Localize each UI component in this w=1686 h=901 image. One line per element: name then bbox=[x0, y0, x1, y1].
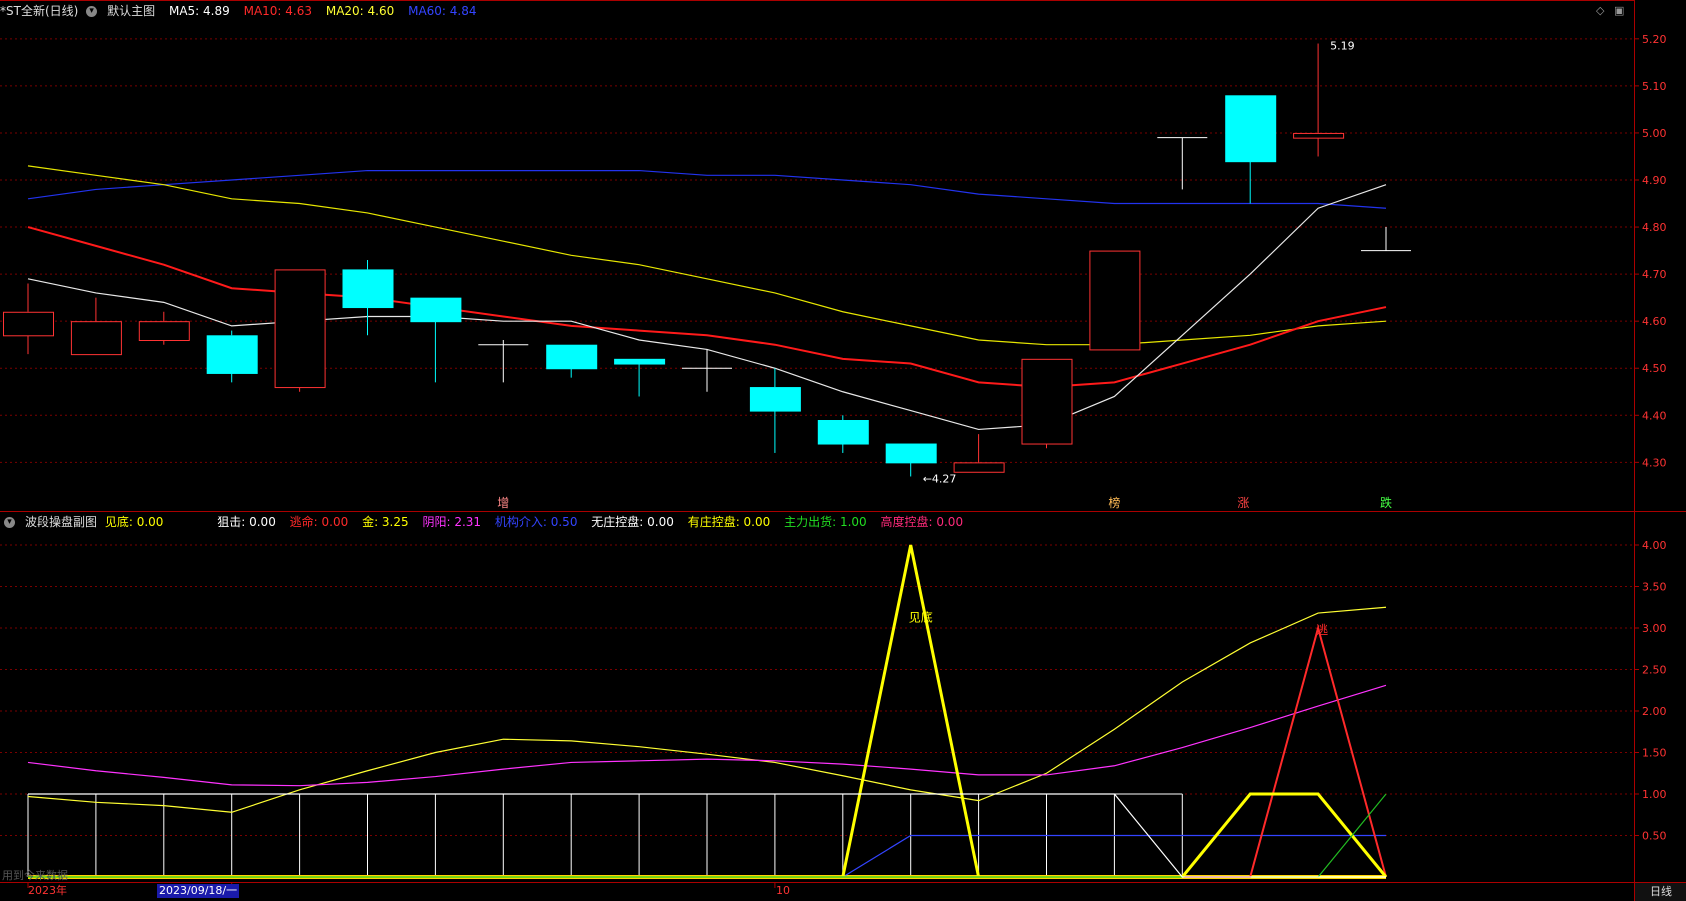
period-tab[interactable]: 日线 bbox=[1634, 882, 1686, 901]
candle-down bbox=[749, 387, 801, 412]
indicator-youzhuang: 有庄控盘: 0.00 bbox=[687, 515, 771, 529]
date-cursor-label: 2023/09/18/一 bbox=[157, 884, 240, 898]
series-line bbox=[27, 606, 1387, 813]
chevron-down-icon[interactable]: ▾ bbox=[4, 517, 15, 528]
candle-up bbox=[1089, 250, 1141, 351]
stock-title[interactable]: *ST全新(日线) bbox=[0, 4, 78, 18]
ma20-label: MA20: 4.60 bbox=[325, 4, 395, 18]
price-tick-label: 4.50 bbox=[1642, 362, 1667, 375]
month-label: 10 bbox=[776, 884, 790, 897]
ma60-label: MA60: 4.84 bbox=[408, 4, 477, 18]
price-tick-label: 4.70 bbox=[1642, 268, 1667, 281]
price-tick-label: 4.40 bbox=[1642, 409, 1667, 422]
sub-chart-title[interactable]: 波段操盘副图 bbox=[25, 515, 97, 529]
indicator-gaodu: 高度控盘: 0.00 bbox=[880, 515, 964, 529]
ma10-label: MA10: 4.63 bbox=[243, 4, 313, 18]
indicator-tick-label: 1.50 bbox=[1642, 747, 1667, 760]
candle-down bbox=[817, 420, 869, 445]
indicator-wuzhuang: 无庄控盘: 0.00 bbox=[591, 515, 674, 529]
signal-label: 见底 bbox=[909, 610, 933, 625]
signal-label: 涨 bbox=[1237, 495, 1249, 510]
signal-label: 增 bbox=[497, 496, 509, 510]
signal-label: 跌 bbox=[1380, 495, 1392, 510]
candle-down bbox=[614, 358, 666, 365]
year-label: 2023年 bbox=[28, 884, 67, 897]
indicator-tick-label: 2.00 bbox=[1642, 705, 1667, 718]
indicator-jin: 金: 3.25 bbox=[362, 515, 409, 529]
signal-label: 逃 bbox=[1316, 623, 1328, 637]
price-tick-label: 5.20 bbox=[1642, 33, 1667, 46]
price-tick-label: 4.80 bbox=[1642, 221, 1667, 234]
indicator-tick-label: 2.50 bbox=[1642, 664, 1667, 677]
indicator-jigou: 机构介入: 0.50 bbox=[494, 515, 578, 529]
indicator-tick-label: 1.00 bbox=[1642, 788, 1667, 801]
indicator-juji: 狙击: 0.00 bbox=[217, 515, 276, 529]
candle-down bbox=[1225, 95, 1277, 163]
series-line bbox=[27, 684, 1387, 787]
indicator-tick-label: 3.00 bbox=[1642, 622, 1667, 635]
price-tick-label: 5.10 bbox=[1642, 80, 1667, 93]
price-tick-label: 4.90 bbox=[1642, 174, 1667, 187]
candle-down bbox=[206, 335, 258, 374]
indicator-tick-label: 4.00 bbox=[1642, 539, 1667, 552]
candle-up bbox=[274, 269, 326, 389]
price-annotation: 5.19 bbox=[1330, 40, 1355, 53]
ghost-text: 用到今来数据 bbox=[2, 869, 68, 882]
ma5-line bbox=[27, 184, 1387, 431]
sub-chart-header: ▾ 波段操盘副图 见底: 0.00 狙击: 0.00 逃命: 0.00 金: 3.… bbox=[0, 513, 973, 531]
indicator-tick-label: 3.50 bbox=[1642, 581, 1667, 594]
candle-down bbox=[342, 269, 394, 309]
ma20-line bbox=[27, 165, 1387, 346]
candle-up bbox=[70, 321, 122, 356]
candle-up bbox=[3, 311, 54, 337]
window-icon[interactable]: ▣ bbox=[1614, 4, 1624, 17]
candle-up bbox=[1293, 132, 1345, 139]
price-tick-label: 4.30 bbox=[1642, 456, 1667, 469]
main-chart-header: *ST全新(日线) ▾ 默认主图 MA5: 4.89 MA10: 4.63 MA2… bbox=[0, 2, 487, 20]
main-chart-selector[interactable]: 默认主图 bbox=[107, 4, 155, 18]
indicator-yinyang: 阴阳: 2.31 bbox=[422, 515, 482, 529]
candle-up bbox=[953, 462, 1005, 473]
candle-down bbox=[410, 297, 462, 323]
chevron-down-icon[interactable]: ▾ bbox=[86, 6, 98, 17]
chart-svg: 5.20 5.10 5.00 4.90 4.80 4.70 4.60 4.50 4.40 4.30… bbox=[0, 0, 1686, 888]
candle-down bbox=[546, 344, 598, 370]
price-annotation: ←4.27 bbox=[923, 472, 957, 485]
price-tick-label: 4.60 bbox=[1642, 315, 1667, 328]
ma5-label: MA5: 4.89 bbox=[168, 4, 230, 18]
diamond-icon[interactable]: ◇ bbox=[1596, 4, 1604, 17]
candle-down bbox=[885, 443, 937, 464]
price-tick-label: 5.00 bbox=[1642, 127, 1667, 140]
indicator-tick-label: 0.50 bbox=[1642, 830, 1667, 843]
candle-up bbox=[1021, 358, 1073, 445]
signal-label: 榜 bbox=[1108, 495, 1120, 510]
indicator-jiandi: 见底: 0.00 bbox=[104, 515, 164, 529]
indicator-taoming: 逃命: 0.00 bbox=[289, 515, 349, 529]
indicator-chuhuo: 主力出货: 1.00 bbox=[784, 515, 867, 529]
candle-up bbox=[138, 321, 190, 342]
